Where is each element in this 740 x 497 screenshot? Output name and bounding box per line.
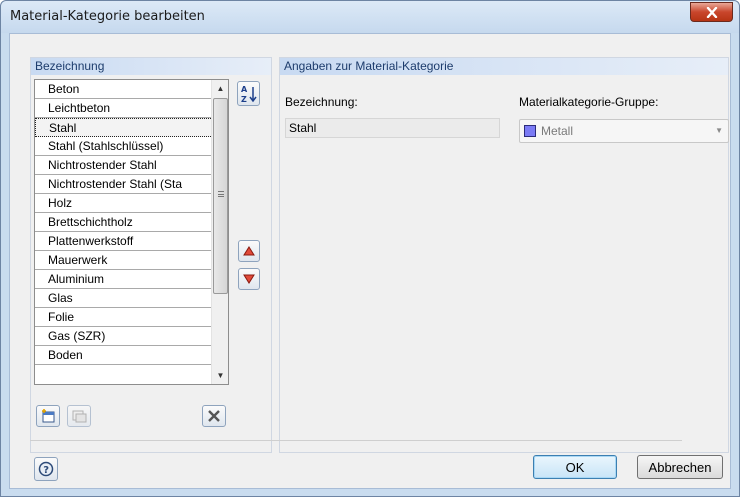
sort-button[interactable]: A Z: [237, 81, 260, 106]
chevron-down-icon: ▼: [715, 126, 723, 135]
list-panel-header: Bezeichnung: [31, 58, 271, 75]
details-panel-header: Angaben zur Material-Kategorie: [280, 58, 728, 75]
dialog-body: Bezeichnung Beton Leichtbeton Stahl Stahl (…: [9, 33, 731, 489]
delete-icon: [208, 410, 220, 422]
move-up-button[interactable]: [238, 240, 260, 262]
category-list-item[interactable]: Nichtrostender Stahl: [35, 156, 228, 175]
category-list-item[interactable]: Mauerwerk: [35, 251, 228, 270]
group-color-swatch: [524, 125, 536, 137]
scroll-thumb[interactable]: [213, 98, 228, 294]
title-bar: Material-Kategorie bearbeiten: [1, 1, 739, 33]
copy-icon: [72, 410, 87, 423]
group-label: Materialkategorie-Gruppe:: [519, 95, 659, 109]
svg-text:Z: Z: [241, 95, 247, 104]
category-list-item[interactable]: Aluminium: [35, 270, 228, 289]
svg-text:A: A: [241, 85, 248, 94]
move-down-button[interactable]: [238, 268, 260, 290]
list-scrollbar[interactable]: ▲ ▼: [211, 80, 228, 384]
delete-category-button[interactable]: [202, 405, 226, 427]
new-item-icon: [42, 409, 55, 423]
group-select[interactable]: Metall ▼: [519, 119, 729, 143]
scroll-up-arrow-icon[interactable]: ▲: [212, 80, 228, 97]
category-list-panel: Bezeichnung Beton Leichtbeton Stahl Stahl (…: [30, 57, 272, 453]
sort-az-icon: A Z: [241, 85, 257, 104]
cancel-button[interactable]: Abbrechen: [637, 455, 723, 479]
scroll-down-arrow-icon[interactable]: ▼: [212, 367, 228, 384]
category-details-panel: Angaben zur Material-Kategorie Bezeichnu…: [279, 57, 729, 453]
category-list-item[interactable]: Boden: [35, 346, 228, 365]
name-field[interactable]: Stahl: [285, 118, 500, 138]
category-list-item[interactable]: Brettschichtholz: [35, 213, 228, 232]
category-list-item[interactable]: Gas (SZR): [35, 327, 228, 346]
category-list-item[interactable]: Folie: [35, 308, 228, 327]
close-button[interactable]: [690, 2, 733, 22]
group-select-value: Metall: [541, 124, 574, 138]
category-list-item[interactable]: Stahl: [35, 118, 228, 137]
category-list-item[interactable]: Beton: [35, 80, 228, 99]
footer-divider: [30, 440, 682, 441]
copy-category-button[interactable]: [67, 405, 91, 427]
window-title: Material-Kategorie bearbeiten: [10, 9, 205, 24]
help-icon: ?: [38, 461, 54, 477]
ok-button[interactable]: OK: [533, 455, 617, 479]
new-category-button[interactable]: [36, 405, 60, 427]
category-list-item[interactable]: Glas: [35, 289, 228, 308]
category-list-item[interactable]: Holz: [35, 194, 228, 213]
svg-text:?: ?: [43, 465, 49, 476]
category-list-item[interactable]: Leichtbeton: [35, 99, 228, 118]
category-list-item[interactable]: Plattenwerkstoff: [35, 232, 228, 251]
arrow-down-icon: [243, 274, 255, 284]
grip-icon: [218, 191, 224, 197]
category-list[interactable]: Beton Leichtbeton Stahl Stahl (Stahlschlüss…: [34, 79, 229, 385]
name-label: Bezeichnung:: [285, 95, 358, 109]
category-list-item[interactable]: Stahl (Stahlschlüssel): [35, 137, 228, 156]
category-list-item[interactable]: Nichtrostender Stahl (Sta: [35, 175, 228, 194]
close-icon: [706, 6, 717, 18]
help-button[interactable]: ?: [34, 457, 58, 481]
dialog-window: Material-Kategorie bearbeiten Bezeichnun…: [0, 0, 740, 497]
arrow-up-icon: [243, 246, 255, 256]
